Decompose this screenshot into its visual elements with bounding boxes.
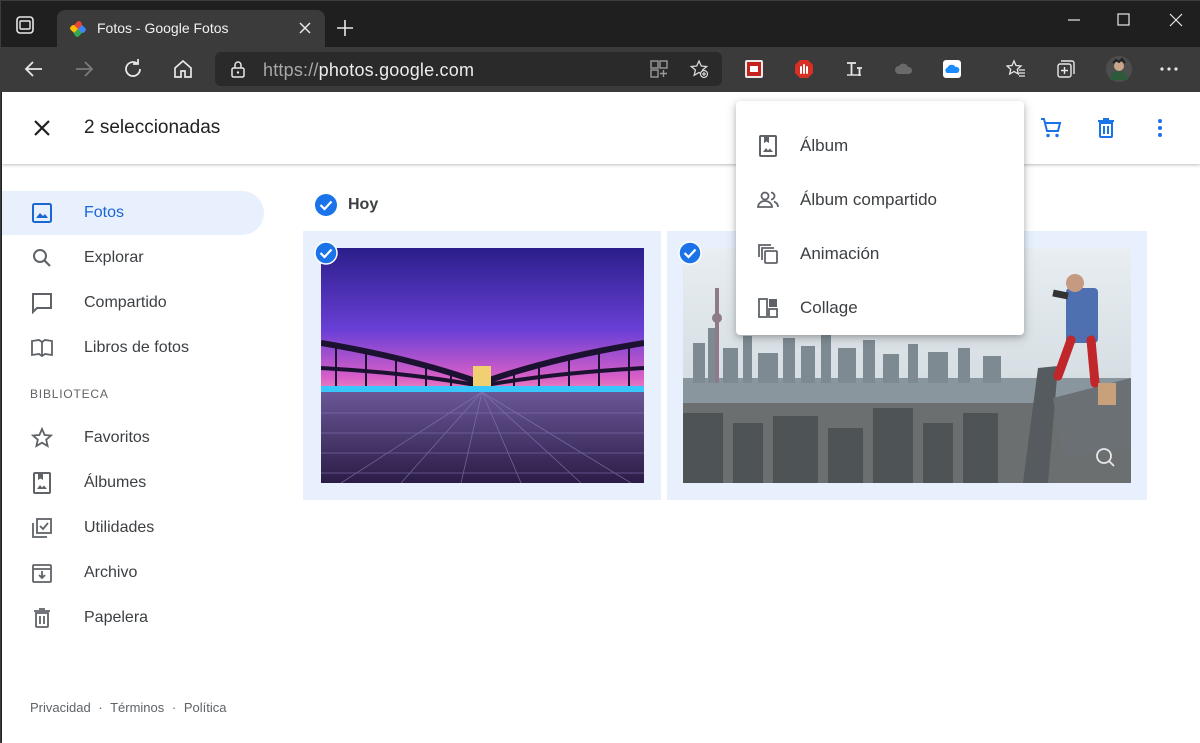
minimize-icon[interactable] bbox=[1059, 9, 1089, 31]
photo-check-icon[interactable] bbox=[678, 241, 702, 265]
sidebar-item-papelera[interactable]: Papelera bbox=[2, 596, 264, 640]
book-icon bbox=[31, 339, 53, 358]
policy-link[interactable]: Política bbox=[184, 700, 227, 715]
menu-item-label: Animación bbox=[800, 244, 880, 263]
refresh-icon[interactable] bbox=[121, 57, 145, 81]
delete-icon[interactable] bbox=[1094, 116, 1118, 140]
close-tab-icon[interactable] bbox=[295, 18, 315, 38]
tab-strip: Fotos - Google Fotos bbox=[1, 1, 1200, 47]
sidebar-item-albumes[interactable]: Álbumes bbox=[2, 461, 264, 505]
selection-count: 2 seleccionadas bbox=[84, 117, 221, 138]
more-menu-icon[interactable] bbox=[1159, 59, 1179, 79]
photo-tile-bridge[interactable] bbox=[303, 231, 661, 500]
sidebar-item-utilidades[interactable]: Utilidades bbox=[2, 506, 264, 550]
profile-avatar[interactable] bbox=[1105, 55, 1133, 83]
sidebar-item-libros[interactable]: Libros de fotos bbox=[2, 326, 264, 370]
terms-link[interactable]: Términos bbox=[110, 700, 164, 715]
album-icon bbox=[33, 472, 51, 494]
lock-icon[interactable] bbox=[229, 60, 247, 78]
cart-icon[interactable] bbox=[1039, 116, 1063, 140]
photo-check-icon[interactable] bbox=[314, 241, 338, 265]
star-icon bbox=[30, 426, 54, 448]
privacy-link[interactable]: Privacidad bbox=[30, 700, 91, 715]
google-photos-favicon-icon bbox=[70, 21, 86, 37]
browser-window: Fotos - Google Fotos https://photos.goog… bbox=[0, 0, 1200, 743]
photos-page: 2 seleccionadas Fotos Explorar Compartid… bbox=[2, 92, 1200, 743]
utilities-icon bbox=[32, 518, 52, 538]
more-options-icon[interactable] bbox=[1148, 116, 1172, 140]
app-available-icon[interactable] bbox=[649, 59, 669, 79]
add-to-menu: Álbum Álbum compartido Animación Collage bbox=[736, 101, 1024, 335]
tab-google-photos[interactable]: Fotos - Google Fotos bbox=[57, 10, 325, 47]
home-icon[interactable] bbox=[171, 57, 195, 81]
onedrive-icon[interactable] bbox=[894, 59, 914, 79]
sidebar-item-label: Favoritos bbox=[84, 429, 150, 446]
sidebar-item-explorar[interactable]: Explorar bbox=[2, 236, 264, 280]
menu-item-shared-album[interactable]: Álbum compartido bbox=[736, 173, 1024, 227]
collections-icon[interactable] bbox=[1056, 59, 1076, 79]
footer-links: Privacidad · Términos · Política bbox=[30, 700, 230, 715]
favorites-icon[interactable] bbox=[1006, 59, 1026, 79]
animation-icon bbox=[758, 244, 778, 264]
menu-item-label: Collage bbox=[800, 298, 858, 317]
sidebar-item-compartido[interactable]: Compartido bbox=[2, 281, 264, 325]
sidebar-item-label: Papelera bbox=[84, 609, 149, 626]
forward-icon[interactable] bbox=[72, 57, 96, 81]
sidebar-item-label: Explorar bbox=[84, 249, 144, 266]
menu-item-label: Álbum bbox=[800, 136, 849, 155]
footer-separator: · bbox=[98, 700, 103, 715]
menu-item-animation[interactable]: Animación bbox=[736, 227, 1024, 281]
collage-icon bbox=[758, 298, 778, 318]
url-text: https://photos.google.com bbox=[263, 60, 475, 80]
search-icon bbox=[33, 249, 51, 267]
sidebar-item-label: Fotos bbox=[84, 204, 125, 221]
menu-item-collage[interactable]: Collage bbox=[736, 281, 1024, 335]
archive-icon bbox=[32, 564, 52, 583]
new-tab-icon[interactable] bbox=[335, 18, 355, 38]
photo-bridge-image bbox=[321, 248, 644, 483]
date-label: Hoy bbox=[348, 196, 379, 213]
icloud-icon[interactable] bbox=[942, 59, 962, 79]
sidebar-item-label: Álbumes bbox=[84, 474, 147, 491]
close-window-icon[interactable] bbox=[1161, 9, 1191, 31]
back-icon[interactable] bbox=[22, 57, 46, 81]
maximize-icon[interactable] bbox=[1109, 9, 1139, 31]
trash-icon bbox=[34, 608, 50, 628]
close-selection-icon[interactable] bbox=[30, 116, 54, 140]
check-circle-icon[interactable] bbox=[314, 193, 338, 217]
menu-item-album[interactable]: Álbum bbox=[736, 119, 1024, 173]
sidebar-item-fotos[interactable]: Fotos bbox=[2, 191, 264, 235]
tab-title: Fotos - Google Fotos bbox=[97, 20, 229, 36]
browser-toolbar: https://photos.google.com bbox=[1, 47, 1200, 92]
tab-actions-icon[interactable] bbox=[15, 15, 35, 35]
shared-album-icon bbox=[757, 191, 779, 208]
sidebar-item-label: Utilidades bbox=[84, 519, 155, 536]
album-icon bbox=[759, 135, 777, 157]
translate-extension-icon[interactable] bbox=[844, 59, 864, 79]
sidebar-item-label: Archivo bbox=[84, 564, 138, 581]
sidebar-item-label: Compartido bbox=[84, 294, 167, 311]
photo-icon bbox=[32, 203, 52, 223]
address-bar[interactable]: https://photos.google.com bbox=[215, 52, 722, 86]
sidebar-item-favoritos[interactable]: Favoritos bbox=[2, 416, 264, 460]
chat-icon bbox=[32, 293, 52, 315]
library-section-title: BIBLIOTECA bbox=[30, 387, 109, 401]
sidebar-item-archivo[interactable]: Archivo bbox=[2, 551, 264, 595]
footer-separator: · bbox=[171, 700, 177, 715]
sidebar-item-label: Libros de fotos bbox=[84, 339, 189, 356]
adblock-icon[interactable] bbox=[794, 59, 814, 79]
add-favorite-icon[interactable] bbox=[689, 59, 709, 79]
extension-red-icon[interactable] bbox=[744, 59, 764, 79]
menu-item-label: Álbum compartido bbox=[800, 190, 938, 209]
